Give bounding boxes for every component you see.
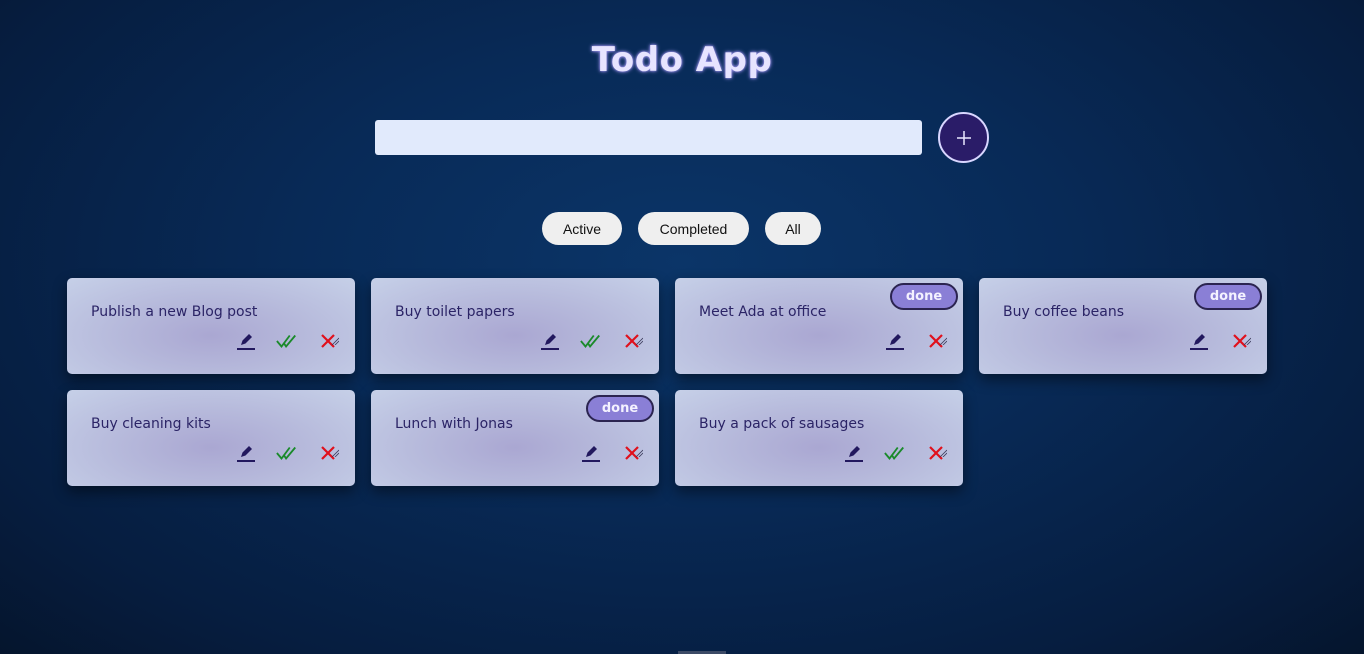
todo-actions: [1188, 330, 1251, 352]
todo-input[interactable]: [375, 120, 922, 155]
todo-card: Meet Ada at office done: [675, 278, 963, 374]
todo-text: Publish a new Blog post: [91, 304, 258, 320]
resize-handle-icon: [635, 330, 644, 346]
double-check-icon[interactable]: [276, 442, 298, 464]
edit-icon[interactable]: [884, 330, 906, 352]
resize-handle-icon: [331, 330, 340, 346]
add-todo-button[interactable]: [938, 112, 989, 163]
edit-icon[interactable]: [235, 330, 257, 352]
edit-icon[interactable]: [539, 330, 561, 352]
resize-handle-icon: [1243, 330, 1252, 346]
filter-bar: Active Completed All: [542, 212, 821, 245]
todo-card: Buy coffee beans done: [979, 278, 1267, 374]
todo-text: Buy cleaning kits: [91, 416, 211, 432]
resize-handle-icon: [939, 442, 948, 458]
filter-active-button[interactable]: Active: [542, 212, 622, 245]
edit-icon[interactable]: [235, 442, 257, 464]
plus-icon: [956, 130, 971, 145]
todo-text: Lunch with Jonas: [395, 416, 513, 432]
edit-icon[interactable]: [1188, 330, 1210, 352]
todo-list: Publish a new Blog post Buy toilet papers…: [67, 278, 1267, 486]
edit-icon[interactable]: [580, 442, 602, 464]
filter-completed-button[interactable]: Completed: [638, 212, 749, 245]
todo-actions: [843, 442, 947, 464]
resize-handle-icon: [635, 442, 644, 458]
todo-actions: [235, 442, 339, 464]
todo-text: Buy a pack of sausages: [699, 416, 865, 432]
todo-actions: [235, 330, 339, 352]
done-badge: done: [890, 283, 958, 310]
todo-card: Publish a new Blog post: [67, 278, 355, 374]
double-check-icon[interactable]: [276, 330, 298, 352]
todo-text: Buy toilet papers: [395, 304, 515, 320]
filter-all-button[interactable]: All: [765, 212, 821, 245]
resize-handle-icon: [331, 442, 340, 458]
resize-handle-icon: [939, 330, 948, 346]
todo-card: Buy cleaning kits: [67, 390, 355, 486]
todo-card: Buy toilet papers: [371, 278, 659, 374]
todo-actions: [580, 442, 643, 464]
todo-text: Meet Ada at office: [699, 304, 827, 320]
done-badge: done: [586, 395, 654, 422]
page-title: Todo App: [591, 40, 773, 80]
todo-actions: [884, 330, 947, 352]
todo-actions: [539, 330, 643, 352]
done-badge: done: [1194, 283, 1262, 310]
double-check-icon[interactable]: [580, 330, 602, 352]
todo-card: Lunch with Jonas done: [371, 390, 659, 486]
todo-card: Buy a pack of sausages: [675, 390, 963, 486]
todo-text: Buy coffee beans: [1003, 304, 1125, 320]
edit-icon[interactable]: [843, 442, 865, 464]
double-check-icon[interactable]: [884, 442, 906, 464]
